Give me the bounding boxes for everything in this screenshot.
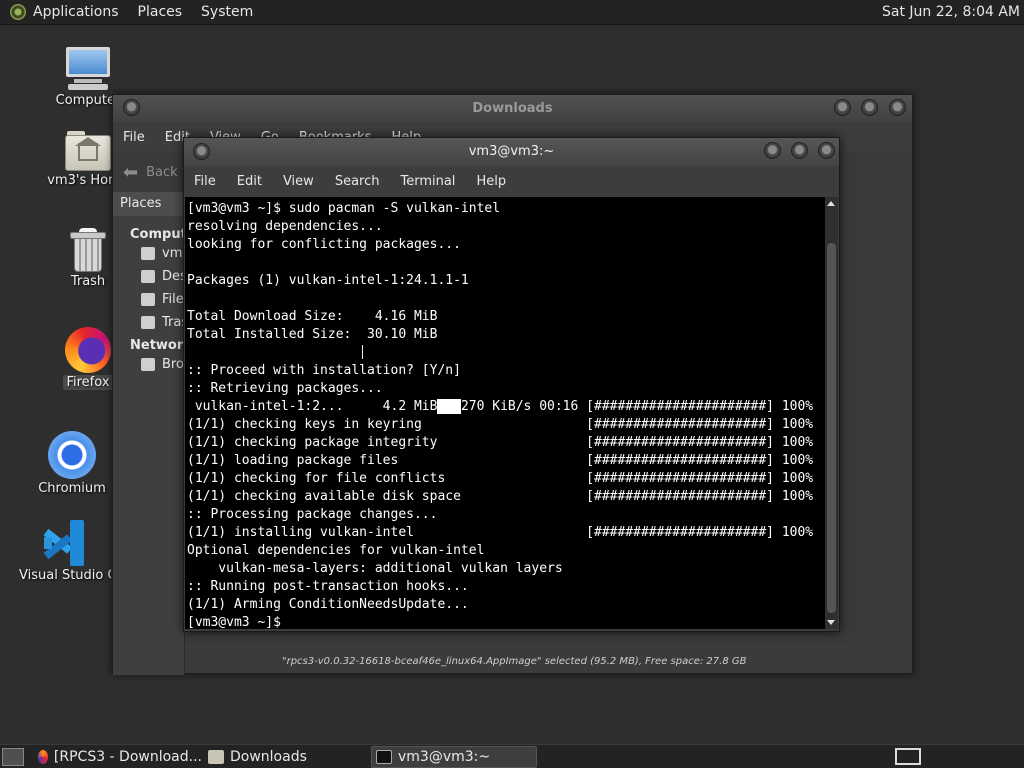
- terminal-line: (1/1) checking available disk space [###…: [187, 489, 814, 504]
- workspace-switcher[interactable]: [895, 748, 921, 765]
- back-button[interactable]: Back: [146, 165, 178, 180]
- taskbar-item-downloads[interactable]: Downloads: [204, 746, 369, 768]
- minimize-button[interactable]: [763, 142, 781, 159]
- terminal-prompt: [vm3@vm3 ~]$: [187, 615, 281, 629]
- file-manager-statusbar: "rpcs3-v0.0.32-16618-bceaf46e_linux64.Ap…: [282, 656, 747, 667]
- file-manager-titlebar[interactable]: Downloads: [113, 95, 912, 122]
- places-menu[interactable]: Places: [138, 4, 183, 20]
- close-button[interactable]: [818, 142, 835, 159]
- sidebar-item-browse-network[interactable]: Browse Network: [113, 353, 268, 376]
- chromium-icon: [48, 431, 96, 479]
- window-menu-button[interactable]: [123, 99, 140, 116]
- bottom-taskbar: [RPCS3 - Download... Downloads vm3@vm3:~: [0, 744, 1024, 768]
- desktop-icon: [141, 270, 155, 283]
- selection-block: [437, 399, 461, 414]
- terminal-line: Optional dependencies for vulkan-intel: [187, 543, 485, 558]
- menu-file[interactable]: File: [123, 130, 145, 145]
- scroll-up-icon[interactable]: [827, 201, 835, 206]
- window-title: vm3@vm3:~: [468, 144, 555, 159]
- terminal-line: resolving dependencies...: [187, 219, 383, 234]
- terminal-line: Total Download Size: 4.16 MiB: [187, 309, 438, 324]
- mouse-ibeam-cursor-icon: [362, 345, 364, 359]
- terminal-line: (1/1) checking keys in keyring [########…: [187, 417, 814, 432]
- taskbar-item-label: vm3@vm3:~: [398, 748, 491, 765]
- terminal-line: :: Proceed with installation? [Y/n]: [187, 363, 461, 378]
- clock[interactable]: Sat Jun 22, 8:04 AM: [882, 4, 1020, 20]
- terminal-line: [vm3@vm3 ~]$ sudo pacman -S vulkan-intel: [187, 201, 501, 216]
- menu-view[interactable]: View: [283, 174, 314, 189]
- maximize-button[interactable]: [861, 99, 879, 116]
- window-title: Downloads: [472, 101, 553, 116]
- terminal-line: (1/1) Arming ConditionNeedsUpdate...: [187, 597, 469, 612]
- desktop-icon-label: Visual Studio Code: [19, 568, 111, 583]
- terminal-scrollbar[interactable]: [825, 197, 838, 629]
- sidebar-section-computer: Computer: [130, 227, 203, 242]
- terminal-line: :: Retrieving packages...: [187, 381, 383, 396]
- show-desktop-icon[interactable]: [2, 747, 24, 766]
- terminal-window: vm3@vm3:~ File Edit View Search Terminal…: [183, 137, 840, 632]
- trash-icon: [141, 316, 155, 329]
- network-icon: [141, 358, 155, 371]
- maximize-button[interactable]: [790, 142, 808, 159]
- taskbar-item-label: [RPCS3 - Download...: [53, 748, 202, 765]
- desktop-icon-label: Chromium: [38, 481, 106, 496]
- terminal-line: looking for conflicting packages...: [187, 237, 461, 252]
- scroll-down-icon[interactable]: [827, 620, 835, 625]
- home-icon: [141, 247, 155, 260]
- minimize-button[interactable]: [833, 99, 851, 116]
- terminal-output[interactable]: [vm3@vm3 ~]$ sudo pacman -S vulkan-intel…: [185, 197, 826, 629]
- sidebar-item-trash[interactable]: Trash: [113, 311, 196, 334]
- back-arrow-icon[interactable]: ⬅: [123, 162, 138, 183]
- applications-menu[interactable]: Applications: [33, 4, 119, 20]
- terminal-titlebar[interactable]: vm3@vm3:~: [184, 138, 839, 166]
- trash-icon: [69, 228, 107, 272]
- firefox-icon: [38, 749, 48, 764]
- sidebar-item-desktop[interactable]: Desktop: [113, 265, 216, 288]
- terminal-download-line: vulkan-intel-1:2... 4.2 MiB 270 KiB/s 00…: [187, 399, 814, 414]
- menu-terminal[interactable]: Terminal: [400, 174, 455, 189]
- desktop-icon-vscode[interactable]: Visual Studio Code: [19, 520, 111, 583]
- top-panel: Applications Places System Sat Jun 22, 8…: [0, 0, 1024, 25]
- system-menu[interactable]: System: [201, 4, 253, 20]
- terminal-line: (1/1) loading package files [###########…: [187, 453, 814, 468]
- close-button[interactable]: [889, 99, 906, 116]
- desktop-icon-chromium[interactable]: Chromium: [17, 431, 127, 496]
- computer-icon: [64, 45, 112, 91]
- places-header[interactable]: Places: [113, 192, 184, 216]
- menu-search[interactable]: Search: [335, 174, 380, 189]
- terminal-line: vulkan-mesa-layers: additional vulkan la…: [187, 561, 563, 576]
- terminal-menubar: File Edit View Search Terminal Help: [184, 166, 839, 196]
- desktop-icon-label: Firefox: [63, 375, 113, 390]
- places-sidebar: Places Computer vm3 Desktop File System …: [113, 192, 268, 675]
- terminal-line: Total Installed Size: 30.10 MiB: [187, 327, 438, 342]
- menu-file[interactable]: File: [194, 174, 216, 189]
- terminal-line: Packages (1) vulkan-intel-1:24.1.1-1: [187, 273, 469, 288]
- taskbar-item-terminal[interactable]: vm3@vm3:~: [371, 745, 537, 768]
- drive-icon: [141, 293, 155, 306]
- menu-help[interactable]: Help: [476, 174, 506, 189]
- applications-menu-icon[interactable]: [10, 4, 26, 20]
- firefox-icon: [65, 327, 111, 373]
- scrollbar-thumb[interactable]: [827, 243, 836, 613]
- taskbar-item-firefox[interactable]: [RPCS3 - Download...: [34, 746, 202, 768]
- taskbar-item-label: Downloads: [230, 748, 307, 765]
- terminal-line: :: Processing package changes...: [187, 507, 438, 522]
- terminal-line: :: Running post-transaction hooks...: [187, 579, 469, 594]
- terminal-icon: [376, 749, 392, 764]
- terminal-line: (1/1) checking package integrity [######…: [187, 435, 814, 450]
- window-menu-button[interactable]: [193, 143, 210, 160]
- vscode-icon: [42, 520, 88, 566]
- sidebar-item-home[interactable]: vm3: [113, 242, 191, 265]
- folder-icon: [208, 749, 224, 764]
- menu-edit[interactable]: Edit: [237, 174, 262, 189]
- sidebar-item-filesystem[interactable]: File System: [113, 288, 236, 311]
- terminal-line: (1/1) checking for file conflicts [#####…: [187, 471, 814, 486]
- sidebar-section-network: Network: [130, 338, 192, 353]
- home-folder-icon: [65, 129, 111, 171]
- terminal-line: (1/1) installing vulkan-intel [#########…: [187, 525, 814, 540]
